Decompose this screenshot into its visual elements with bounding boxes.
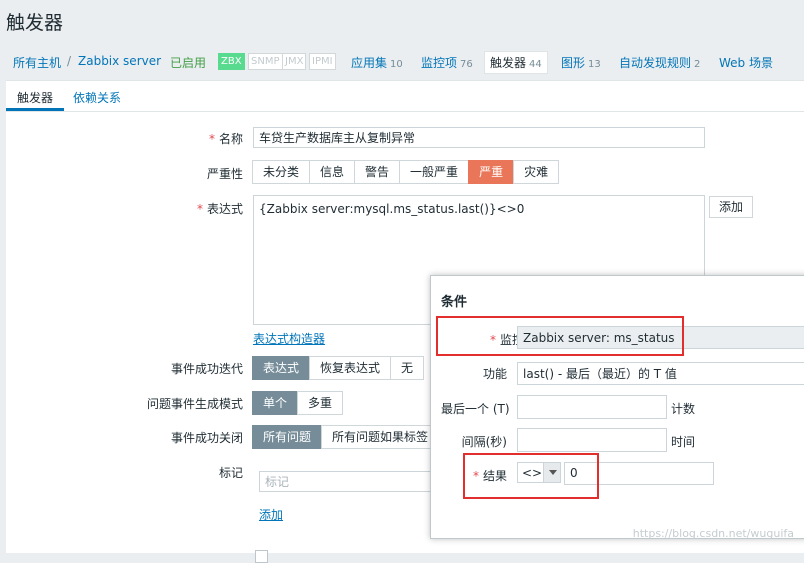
- breadcrumb-separator: /: [67, 54, 72, 68]
- tab-trigger[interactable]: 触发器: [17, 89, 53, 106]
- severity-selector: 未分类 信息 警告 一般严重 严重 灾难: [252, 160, 560, 184]
- problem-mode-selector: 单个 多重: [252, 391, 344, 415]
- severity-average[interactable]: 一般严重: [399, 160, 470, 184]
- host-status[interactable]: 已启用: [170, 54, 206, 71]
- problem-mode-multiple[interactable]: 多重: [297, 391, 344, 415]
- name-input[interactable]: 车贷生产数据库主从复制异常: [253, 127, 705, 148]
- severity-high[interactable]: 严重: [468, 160, 515, 184]
- problem-mode-label: 问题事件生成模式: [146, 397, 243, 411]
- add-expression-button[interactable]: 添加: [709, 196, 754, 218]
- function-label: 功能: [482, 367, 507, 381]
- severity-disaster[interactable]: 灾难: [513, 160, 560, 184]
- form-tabs: 触发器 依赖关系: [6, 81, 804, 112]
- triggers-tab[interactable]: 触发器 44: [484, 51, 548, 74]
- expression-label: * 表达式: [196, 202, 243, 216]
- applications-link[interactable]: 应用集 10: [351, 54, 403, 71]
- items-link[interactable]: 监控项 76: [421, 54, 473, 71]
- interval-label: 间隔(秒): [461, 435, 507, 449]
- interval-unit: 时间: [671, 435, 696, 449]
- snmp-badge: SNMP: [248, 53, 283, 70]
- dialog-title: 条件: [441, 295, 468, 310]
- severity-information[interactable]: 信息: [309, 160, 356, 184]
- last-of-label: 最后一个 (T): [441, 402, 510, 416]
- tags-label: 标记: [218, 466, 243, 480]
- problem-mode-single[interactable]: 单个: [252, 391, 299, 415]
- tag-input[interactable]: 标记: [259, 471, 439, 492]
- page-title: 触发器: [6, 12, 64, 34]
- severity-not-classified[interactable]: 未分类: [252, 160, 311, 184]
- ipmi-badge: IPMI: [309, 53, 336, 70]
- all-hosts-link[interactable]: 所有主机: [13, 54, 61, 71]
- condition-dialog: 条件 *监控项 Zabbix server: ms_status 功能 last…: [430, 275, 804, 539]
- name-label: * 名称: [208, 132, 243, 146]
- active-tab-indicator: [6, 108, 64, 111]
- ok-event-selector: 表达式 恢复表达式 无: [252, 356, 425, 380]
- zbx-badge: ZBX: [218, 53, 245, 70]
- ok-event-recovery-expression[interactable]: 恢复表达式: [309, 356, 392, 380]
- ok-event-none[interactable]: 无: [390, 356, 425, 380]
- function-select[interactable]: last() - 最后（最近）的 T 值: [517, 362, 804, 385]
- ok-event-label: 事件成功迭代: [170, 362, 243, 376]
- severity-label: 严重性: [206, 167, 243, 181]
- tab-dependencies[interactable]: 依赖关系: [73, 89, 121, 106]
- web-scenarios-link[interactable]: Web 场景: [719, 54, 773, 71]
- graphs-link[interactable]: 图形 13: [561, 54, 601, 71]
- ok-event-expression[interactable]: 表达式: [252, 356, 311, 380]
- host-link[interactable]: Zabbix server: [78, 54, 161, 68]
- jmx-badge: JMX: [282, 53, 307, 70]
- discovery-rules-link[interactable]: 自动发现规则 2: [619, 54, 700, 71]
- ok-close-all-problems[interactable]: 所有问题: [252, 425, 323, 449]
- expression-builder-link[interactable]: 表达式构造器: [253, 330, 325, 347]
- interval-input[interactable]: [517, 428, 667, 452]
- result-highlight-box: [463, 453, 599, 499]
- watermark: https://blog.csdn.net/wuguifa: [632, 527, 794, 540]
- ok-close-tag-match[interactable]: 所有问题如果标签: [321, 425, 440, 449]
- host-navigation: 所有主机 / Zabbix server 已启用 ZBX SNMP JMX IP…: [0, 50, 804, 74]
- ok-close-label: 事件成功关闭: [170, 431, 243, 445]
- item-highlight-box: [436, 316, 684, 356]
- severity-warning[interactable]: 警告: [354, 160, 401, 184]
- last-of-input[interactable]: [517, 395, 667, 419]
- last-of-unit: 计数: [671, 402, 696, 416]
- add-tag-link[interactable]: 添加: [259, 506, 283, 523]
- ok-close-selector: 所有问题 所有问题如果标签: [252, 425, 440, 449]
